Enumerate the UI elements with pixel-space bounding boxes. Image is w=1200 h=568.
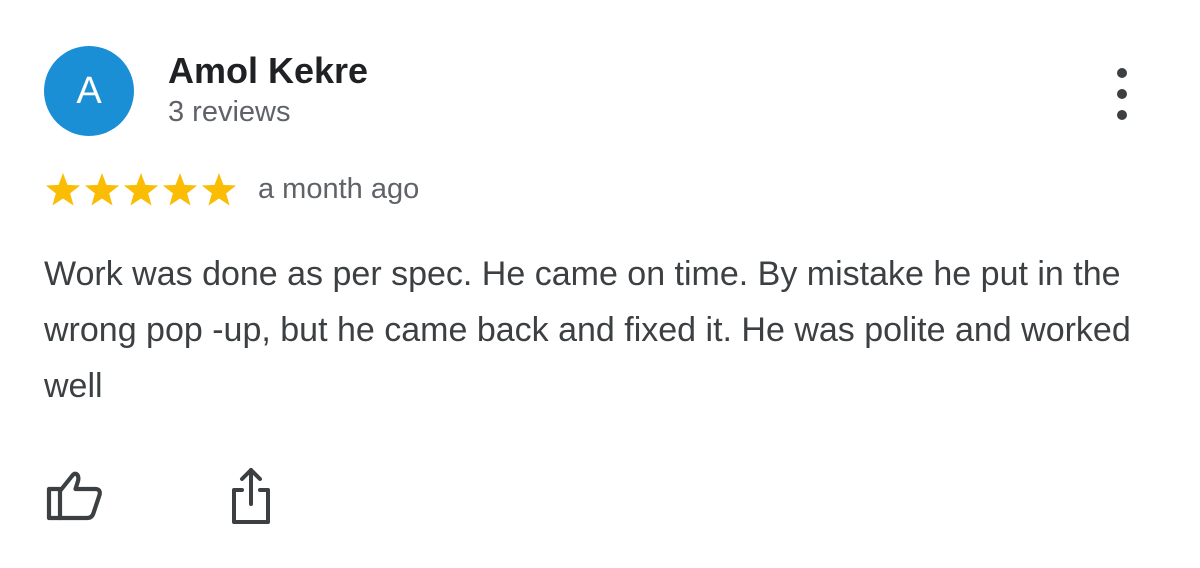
share-button[interactable] bbox=[224, 466, 278, 526]
reviewer-avatar[interactable]: A bbox=[44, 46, 134, 136]
thumb-up-icon bbox=[46, 471, 102, 521]
more-options-button[interactable] bbox=[1104, 66, 1140, 122]
star-icon bbox=[162, 173, 198, 206]
like-button[interactable] bbox=[46, 470, 104, 522]
star-rating bbox=[44, 171, 238, 209]
star-icon bbox=[45, 173, 81, 206]
review-text: Work was done as per spec. He came on ti… bbox=[44, 255, 1131, 405]
reviewer-review-count: 3 reviews bbox=[168, 96, 291, 128]
share-icon bbox=[232, 468, 270, 524]
star-icon bbox=[84, 173, 120, 206]
reviewer-name[interactable]: Amol Kekre bbox=[168, 50, 368, 92]
star-icon bbox=[123, 173, 159, 206]
avatar-initial: A bbox=[76, 69, 102, 112]
review-date: a month ago bbox=[258, 173, 420, 205]
star-icon bbox=[201, 173, 237, 206]
